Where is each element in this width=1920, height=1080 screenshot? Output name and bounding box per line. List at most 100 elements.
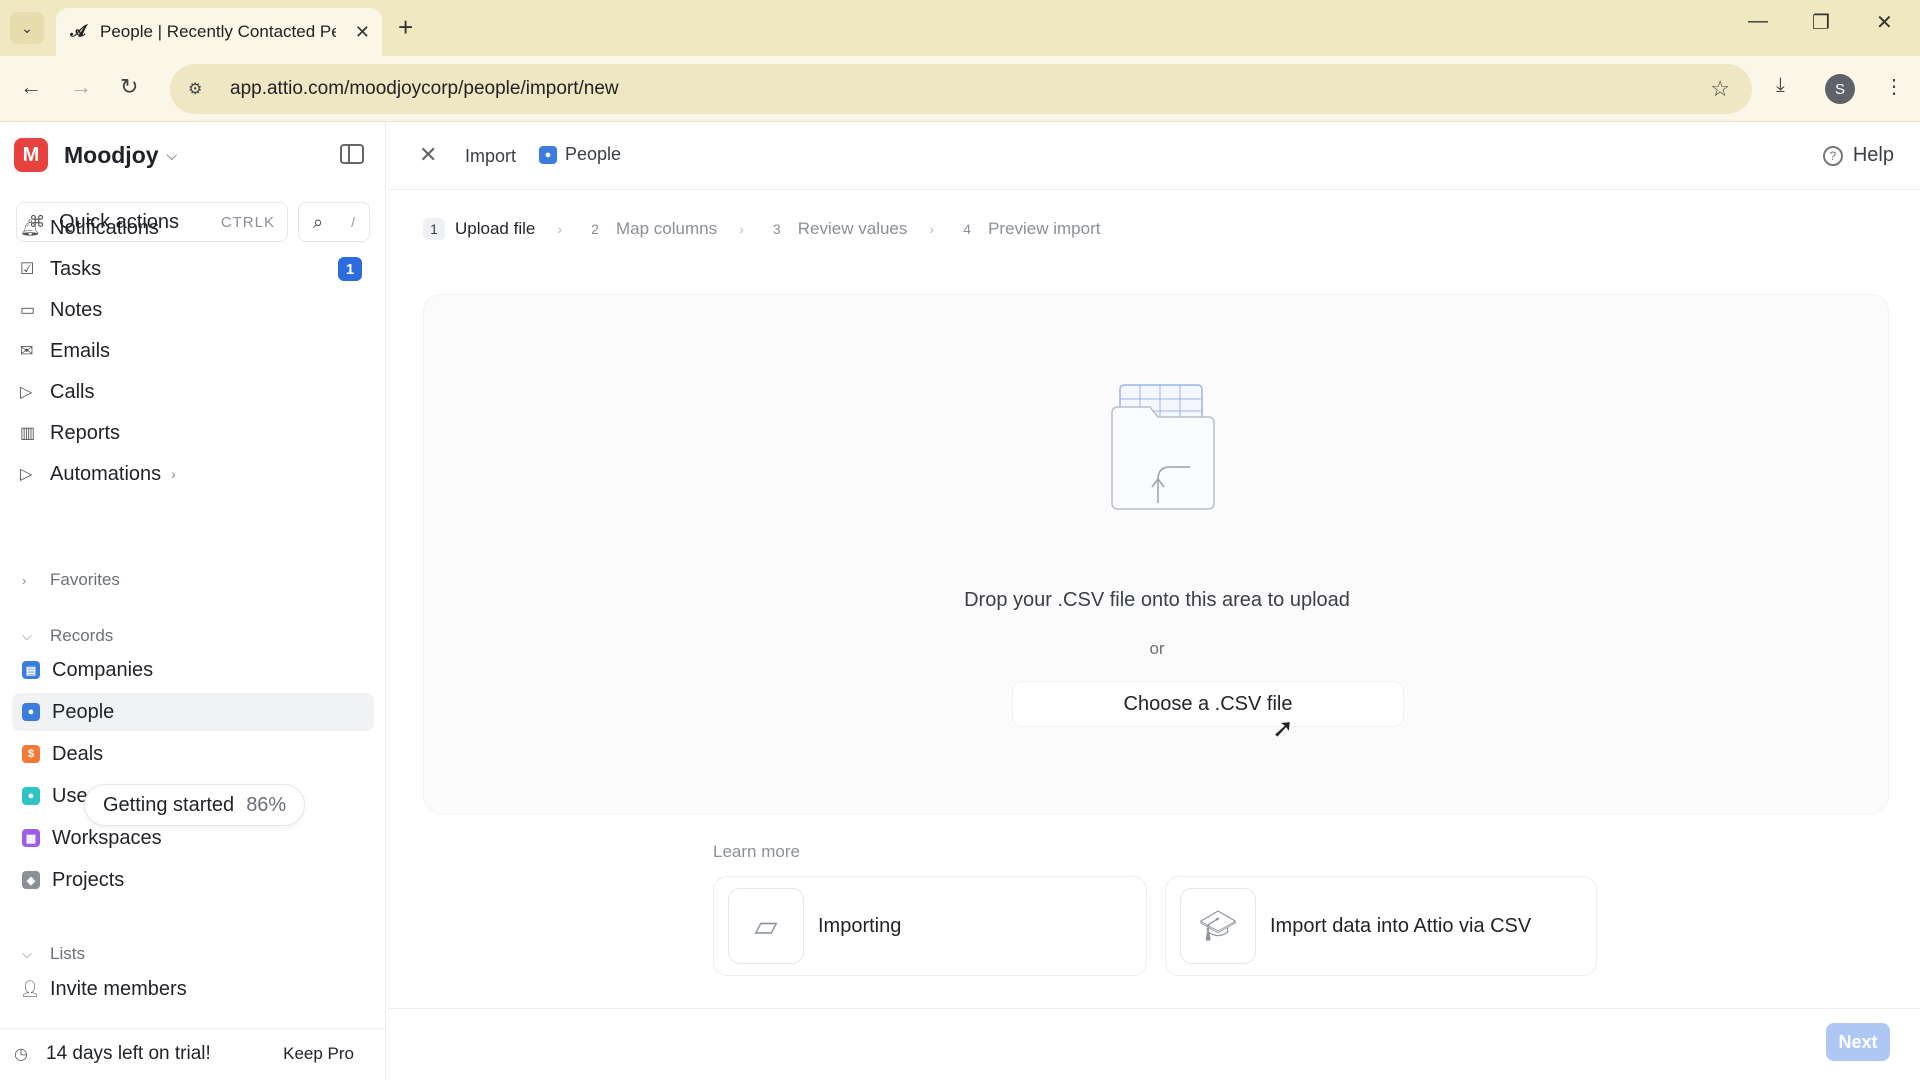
download-icon[interactable]: ⤓ (1776, 74, 1785, 97)
tab-title: People | Recently Contacted Pe (100, 22, 336, 41)
step-number: 1 (423, 218, 445, 240)
step-number: 2 (591, 221, 599, 237)
trial-text: 14 days left on trial! (46, 1042, 211, 1064)
step-label: Review values (797, 219, 908, 238)
book-icon: ▱ (728, 888, 804, 964)
projects-icon: ◆ (22, 871, 40, 889)
learn-card-import-csv[interactable]: 🎓︎ Import data into Attio via CSV (1165, 876, 1597, 976)
window-close-icon[interactable]: ✕ (1876, 10, 1893, 35)
sidebar-item-automations[interactable]: ▷ Automations › (20, 455, 370, 493)
sidebar-item-label: Automations (50, 462, 162, 485)
sidebar-item-emails[interactable]: ✉ Emails (20, 332, 370, 370)
import-header: ✕ Import ● People ? Help (387, 122, 1920, 190)
chevron-right-icon: › (22, 572, 27, 588)
csv-file-illustration-icon (1111, 384, 1215, 510)
sidebar-item-label: Projects (52, 868, 125, 891)
lists-section-toggle[interactable]: ⌵ Lists (22, 944, 85, 964)
tab-list-button[interactable]: ⌄ (10, 12, 44, 44)
tasks-count-badge: 1 (338, 257, 362, 281)
mouse-cursor-icon: ➚ (1272, 713, 1294, 743)
step-label: Preview import (988, 219, 1101, 238)
close-icon[interactable]: ✕ (419, 142, 437, 168)
favorites-section-toggle[interactable]: › Favorites (22, 570, 120, 590)
getting-started-percent: 86% (246, 793, 287, 816)
chevron-down-icon: ⌵ (22, 628, 32, 643)
chevron-down-icon: ⌵ (166, 146, 178, 163)
forward-icon[interactable]: → (70, 74, 92, 100)
chevron-right-icon: › (557, 221, 562, 237)
browser-tab[interactable]: 𝓐 People | Recently Contacted Pe ✕ (56, 8, 382, 56)
sidebar-item-people[interactable]: ● People (12, 693, 374, 731)
sidebar-item-label: Notes (50, 298, 103, 321)
profile-avatar[interactable]: S (1825, 74, 1855, 104)
mail-icon: ✉ (20, 343, 34, 360)
companies-icon: ▤ (22, 661, 40, 679)
keep-pro-button[interactable]: Keep Pro (271, 1037, 366, 1071)
url-text: app.attio.com/moodjoycorp/people/import/… (230, 78, 619, 99)
sidebar: M Moodjoy ⌵ ⌘ Quick actions CTRLK ⌕ / 🔔︎… (0, 122, 386, 1080)
restore-icon[interactable]: ❐ (1812, 10, 1830, 35)
records-label: Records (50, 626, 114, 645)
step-number: 4 (963, 221, 971, 237)
learn-card-label: Importing (818, 914, 902, 937)
sidebar-item-label: Workspaces (52, 826, 162, 849)
chart-icon: ▥ (20, 425, 36, 442)
users-icon: ● (22, 787, 40, 805)
sidebar-item-deals[interactable]: $ Deals (12, 735, 374, 773)
sidebar-toggle-icon[interactable] (340, 144, 364, 164)
getting-started-pill[interactable]: Getting started 86% (84, 784, 306, 826)
tab-close-icon[interactable]: ✕ (355, 22, 370, 43)
graduation-cap-icon: 🎓︎ (1180, 888, 1256, 964)
learn-card-importing[interactable]: ▱ Importing (713, 876, 1147, 976)
new-tab-icon[interactable]: + (398, 12, 413, 43)
sidebar-item-label: Emails (50, 339, 111, 362)
breadcrumb-people[interactable]: ● People (539, 144, 621, 165)
deals-icon: $ (22, 745, 40, 763)
bell-icon: 🔔︎ (20, 220, 41, 237)
step-preview-import: 4 Preview import (956, 218, 1100, 240)
csv-dropzone[interactable]: Drop your .CSV file onto this area to up… (423, 294, 1889, 814)
sidebar-item-label: Calls (50, 380, 95, 403)
records-section-toggle[interactable]: ⌵ Records (22, 626, 113, 646)
favorites-label: Favorites (50, 570, 120, 589)
reload-icon[interactable]: ↻ (120, 74, 138, 100)
address-bar[interactable]: ⚙ app.attio.com/moodjoycorp/people/impor… (170, 64, 1752, 114)
chevron-down-icon: ⌵ (22, 946, 32, 961)
sidebar-item-tasks[interactable]: ☑ Tasks 1 (20, 250, 370, 288)
back-icon[interactable]: ← (20, 74, 42, 100)
workspace-switcher[interactable]: M Moodjoy ⌵ (14, 138, 177, 172)
chevron-right-icon: › (929, 221, 935, 237)
sidebar-item-label: Companies (52, 658, 154, 681)
sidebar-item-reports[interactable]: ▥ Reports (20, 414, 370, 452)
help-label: Help (1852, 144, 1894, 166)
sidebar-item-label: Reports (50, 421, 121, 444)
help-button[interactable]: ? Help (1822, 144, 1894, 167)
sidebar-item-notes[interactable]: ▭ Notes (20, 291, 370, 329)
bookmark-star-icon[interactable]: ☆ (1710, 76, 1730, 102)
check-square-icon: ☑ (20, 261, 35, 278)
minimize-icon[interactable]: — (1748, 10, 1768, 33)
sidebar-item-label: Deals (52, 742, 104, 765)
browser-menu-icon[interactable]: ⋮ (1884, 74, 1904, 99)
main-content: ✕ Import ● People ? Help 1 Upload file ›… (387, 122, 1920, 1080)
chevron-right-icon: › (739, 221, 744, 237)
note-icon: ▭ (20, 302, 36, 319)
breadcrumb-people-label: People (565, 144, 622, 164)
sidebar-item-calls[interactable]: ▷ Calls (20, 373, 370, 411)
sidebar-item-notifications[interactable]: 🔔︎ Notifications (20, 209, 370, 247)
step-review-values: 3 Review values (766, 218, 908, 240)
invite-members-label: Invite members (50, 977, 187, 1000)
breadcrumb-import[interactable]: Import (465, 146, 516, 167)
sidebar-item-projects[interactable]: ◆ Projects (12, 861, 374, 899)
workspace-logo: M (14, 138, 48, 172)
import-steps: 1 Upload file › 2 Map columns › 3 Review… (423, 214, 1100, 244)
video-icon: ▷ (20, 384, 33, 401)
sidebar-item-companies[interactable]: ▤ Companies (12, 651, 374, 689)
site-info-icon[interactable]: ⚙ (188, 79, 212, 99)
user-plus-icon: 👤︎ (20, 981, 41, 998)
sidebar-item-label: Tasks (50, 257, 102, 280)
choose-csv-button[interactable]: Choose a .CSV file (1012, 681, 1404, 727)
next-button[interactable]: Next (1826, 1023, 1890, 1061)
people-icon: ● (22, 703, 40, 721)
invite-members-button[interactable]: 👤︎ Invite members (20, 970, 370, 1008)
